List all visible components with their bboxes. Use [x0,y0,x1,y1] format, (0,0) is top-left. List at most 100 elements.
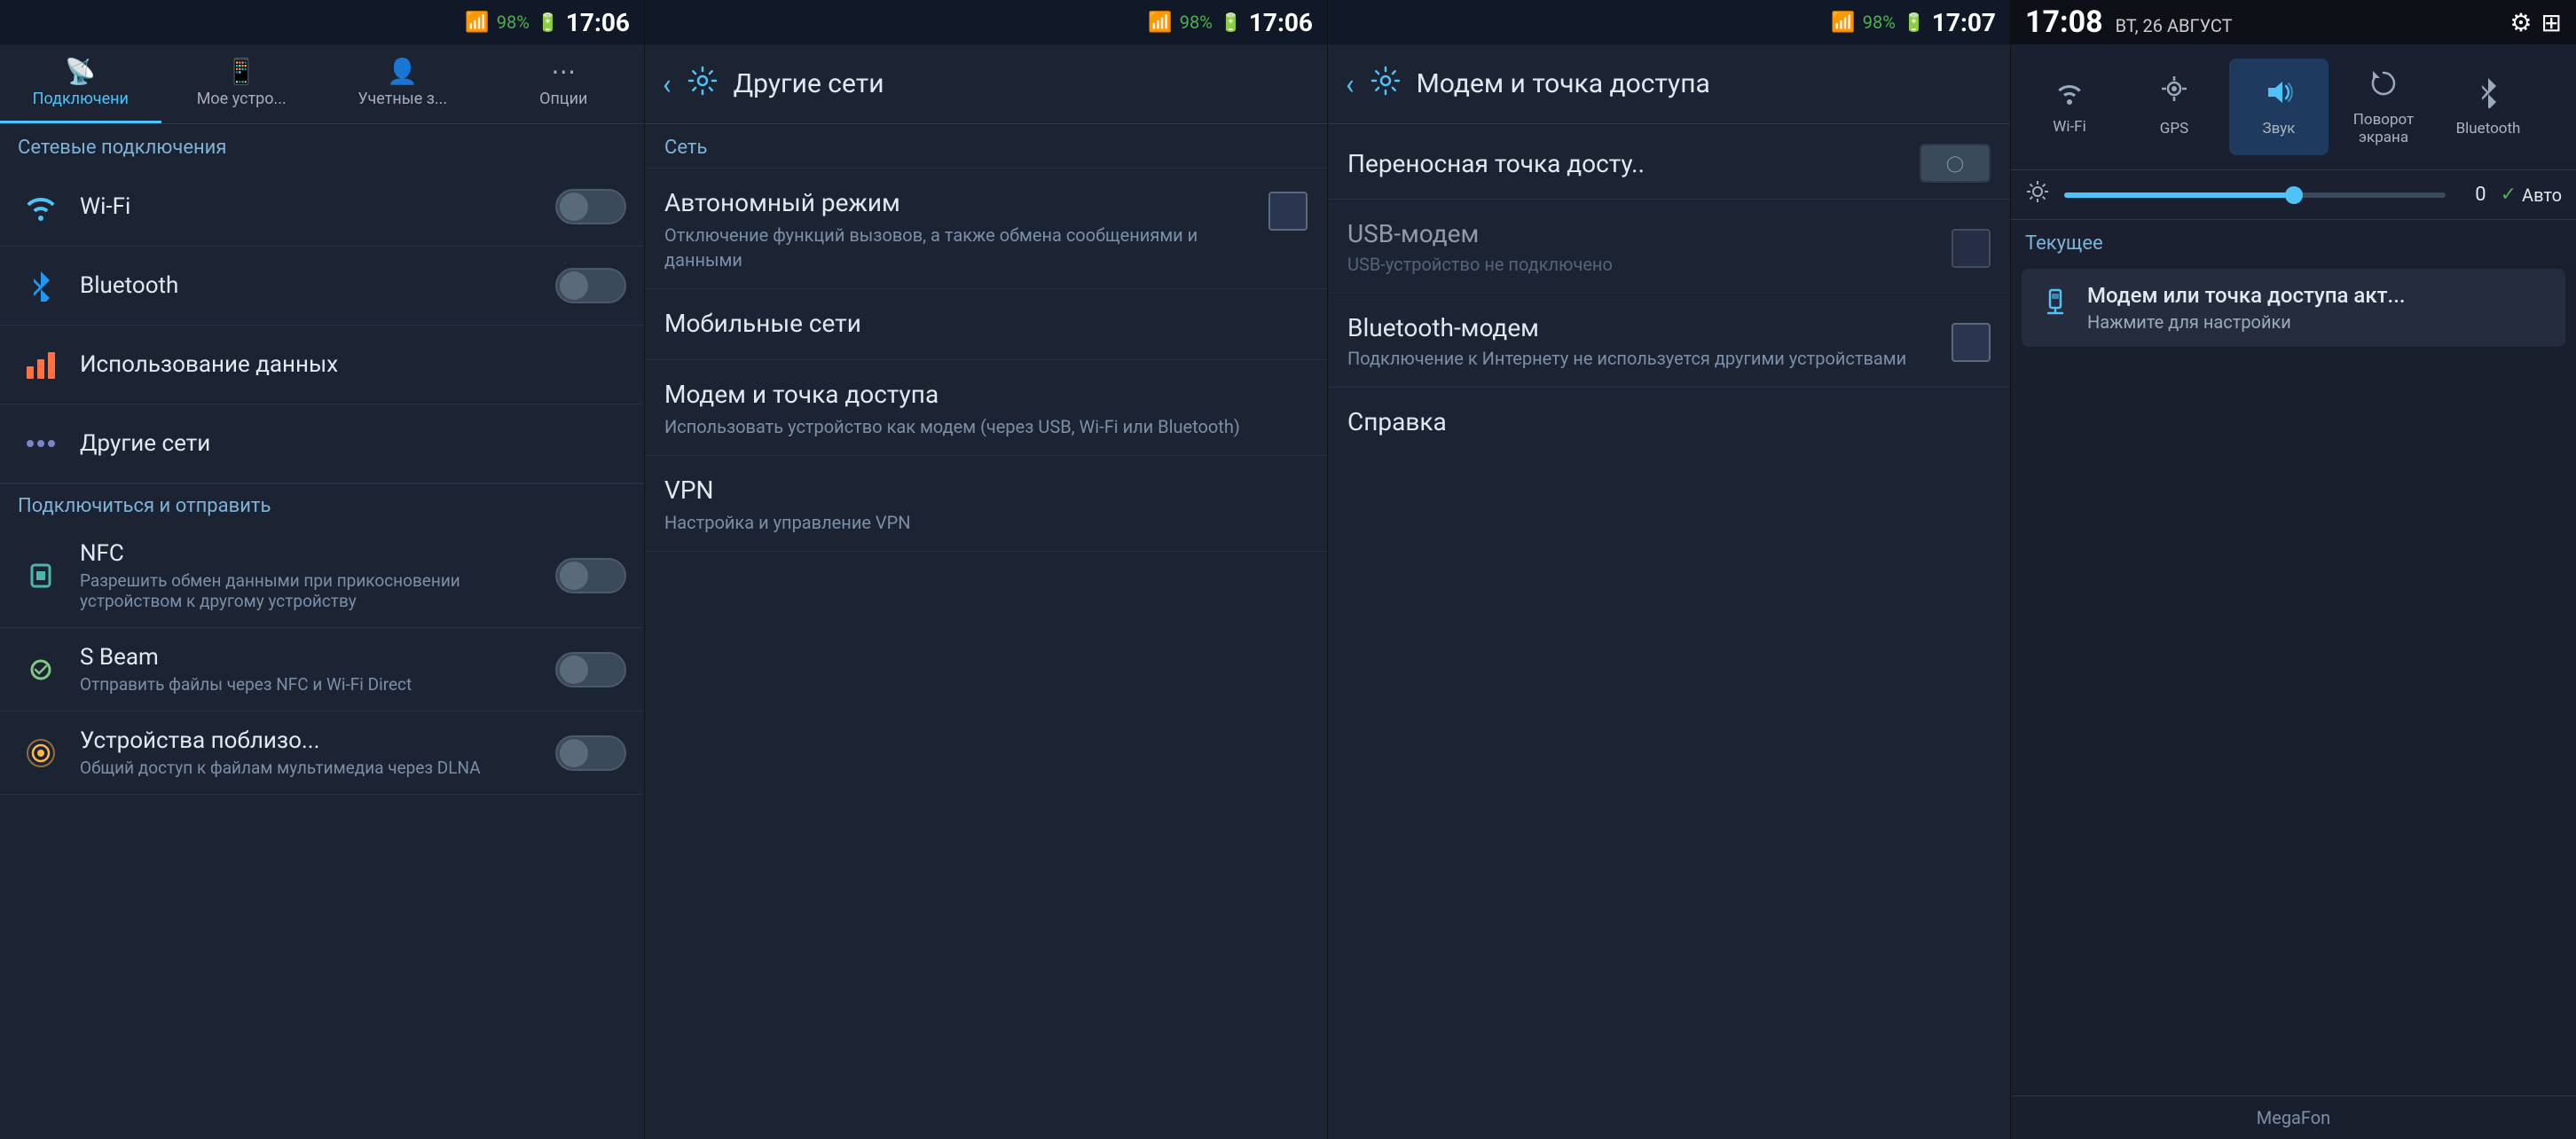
battery-icon-3: 🔋 [1903,12,1925,33]
sbeam-icon [18,647,64,693]
brightness-row: 0 ✓ Авто [2011,170,2576,220]
settings-item-nearby[interactable]: Устройства поблизо... Общий доступ к фай… [0,711,644,795]
status-bar-1: 📶 98% 🔋 17:06 [0,0,644,44]
bluetooth-toggle-knob [560,271,588,300]
auto-label-text: Авто [2522,185,2562,206]
settings-item-nfc[interactable]: NFC Разрешить обмен данными при прикосно… [0,524,644,628]
quick-rotate-icon [2368,67,2399,106]
airplane-checkbox[interactable] [1268,192,1308,231]
nfc-toggle[interactable] [555,558,626,593]
sbeam-toggle[interactable] [555,652,626,687]
net-item-tethering[interactable]: Модем и точка доступа Использовать устро… [645,360,1327,456]
quick-bluetooth-icon [2477,76,2500,115]
net-item-vpn[interactable]: VPN Настройка и управление VPN [645,456,1327,552]
quick-wifi-label: Wi-Fi [2053,118,2085,136]
brightness-value: 0 [2460,184,2486,206]
quick-gps-icon [2160,76,2188,115]
settings-item-data-usage[interactable]: Использование данных [0,326,644,405]
settings-top-icon[interactable]: ⚙ [2509,8,2532,37]
tab-connections[interactable]: 📡 Подключени [0,44,161,123]
section-share-label: Подключиться и отправить [0,483,644,524]
sbeam-label: S Beam Отправить файлы через NFC и Wi-Fi… [80,644,555,695]
sbeam-toggle-knob [560,656,588,684]
tether-item-usb[interactable]: USB-модем USB-устройство не подключено [1328,200,2010,294]
quick-sound-label: Звук [2263,120,2296,137]
tab-options[interactable]: ⋯ Опции [483,44,645,123]
panel3-header: ‹ Модем и точка доступа [1328,44,2010,124]
notif-date: ВТ, 26 АВГУСТ [2116,15,2233,36]
battery-icon-1: 🔋 [537,12,559,33]
panel2-title: Другие сети [734,68,884,99]
nearby-label: Устройства поблизо... Общий доступ к фай… [80,727,555,778]
nfc-toggle-knob [560,562,588,590]
nfc-icon [18,553,64,599]
wifi-hotspot-text: Переносная точка досту.. [1347,149,1920,178]
notif-top-icons: ⚙ ⊞ [2509,8,2562,37]
quick-bluetooth-label: Bluetooth [2456,120,2521,137]
panel3-settings-icon [1370,66,1401,103]
tether-item-wifi-hotspot[interactable]: Переносная точка досту.. ◯ [1328,124,2010,200]
nearby-toggle[interactable] [555,735,626,771]
nfc-label: NFC Разрешить обмен данными при прикосно… [80,540,555,611]
quick-sound-icon [2263,76,2295,115]
settings-item-other-networks[interactable]: Другие сети [0,405,644,483]
signal-icon-1: 📶 [465,12,489,34]
bt-tether-text: Bluetooth-модем Подключение к Интернету … [1347,313,1952,371]
quick-toggle-sound[interactable]: Звук [2229,59,2329,155]
brightness-fill [2064,192,2293,198]
tether-item-bluetooth[interactable]: Bluetooth-модем Подключение к Интернету … [1328,294,2010,388]
wifi-label: Wi-Fi [80,193,555,220]
net-item-mobile[interactable]: Мобильные сети [645,289,1327,360]
panel-network-settings: 📶 98% 🔋 17:06 📡 Подключени 📱 Мое устро..… [0,0,644,1139]
settings-item-bluetooth[interactable]: Bluetooth [0,247,644,326]
carrier-bar: MegaFon [2011,1096,2576,1139]
brightness-auto[interactable]: ✓ Авто [2501,184,2562,206]
bluetooth-icon [18,263,64,309]
panel3-title: Модем и точка доступа [1417,68,1710,99]
tab-accounts-icon: 👤 [387,57,418,86]
wifi-toggle[interactable] [555,189,626,224]
section-network-label: Сетевые подключения [0,124,644,168]
wifi-toggle-knob [560,192,588,221]
grid-top-icon[interactable]: ⊞ [2541,8,2562,37]
quick-rotate-label: Поворот экрана [2353,111,2414,146]
quick-toggle-bluetooth[interactable]: Bluetooth [2439,59,2538,155]
nearby-icon [18,730,64,776]
clock-3: 17:07 [1932,8,1996,37]
net-item-airplane[interactable]: Автономный режим Отключение функций вызо… [645,169,1327,289]
tab-bar-1: 📡 Подключени 📱 Мое устро... 👤 Учетные з.… [0,44,644,124]
panel2-header: ‹ Другие сети [645,44,1327,124]
battery-pct-3: 98% [1863,12,1896,33]
brightness-slider[interactable] [2064,192,2446,198]
usb-tether-checkbox[interactable] [1952,229,1991,268]
tab-device-icon: 📱 [226,57,257,86]
status-bar-2: 📶 98% 🔋 17:06 [645,0,1327,44]
notif-section-current: Текущее [2011,220,2576,262]
nearby-toggle-knob [560,739,588,767]
quick-toggle-gps[interactable]: GPS [2124,59,2224,155]
wifi-hotspot-toggle[interactable]: ◯ [1920,144,1991,183]
quick-wifi-icon [2054,78,2085,114]
section-net-label: Сеть [645,124,1327,169]
tab-my-device[interactable]: 📱 Мое устро... [161,44,323,123]
battery-icon-2: 🔋 [1220,12,1242,33]
back-button-2[interactable]: ‹ [663,67,671,101]
panel-tethering: 📶 98% 🔋 17:07 ‹ Модем и точка доступа Пе… [1327,0,2010,1139]
wifi-icon [18,184,64,230]
other-networks-icon [18,420,64,467]
bt-tether-checkbox[interactable] [1952,323,1991,362]
back-button-3[interactable]: ‹ [1346,67,1355,101]
brightness-thumb [2285,186,2303,204]
signal-icon-2: 📶 [1148,12,1172,34]
tab-connections-icon: 📡 [65,57,96,86]
battery-pct-2: 98% [1180,12,1213,33]
tether-help-item[interactable]: Справка [1328,388,2010,456]
settings-item-wifi[interactable]: Wi-Fi [0,168,644,247]
panel-other-networks: 📶 98% 🔋 17:06 ‹ Другие сети Сеть Автоном… [644,0,1327,1139]
tab-accounts[interactable]: 👤 Учетные з... [322,44,483,123]
quick-toggle-rotate[interactable]: Поворот экрана [2334,59,2433,155]
quick-toggle-wifi[interactable]: Wi-Fi [2020,59,2119,155]
settings-item-sbeam[interactable]: S Beam Отправить файлы через NFC и Wi-Fi… [0,628,644,711]
bluetooth-toggle[interactable] [555,268,626,303]
notif-card-tethering[interactable]: Модем или точка доступа акт... Нажмите д… [2022,269,2565,347]
